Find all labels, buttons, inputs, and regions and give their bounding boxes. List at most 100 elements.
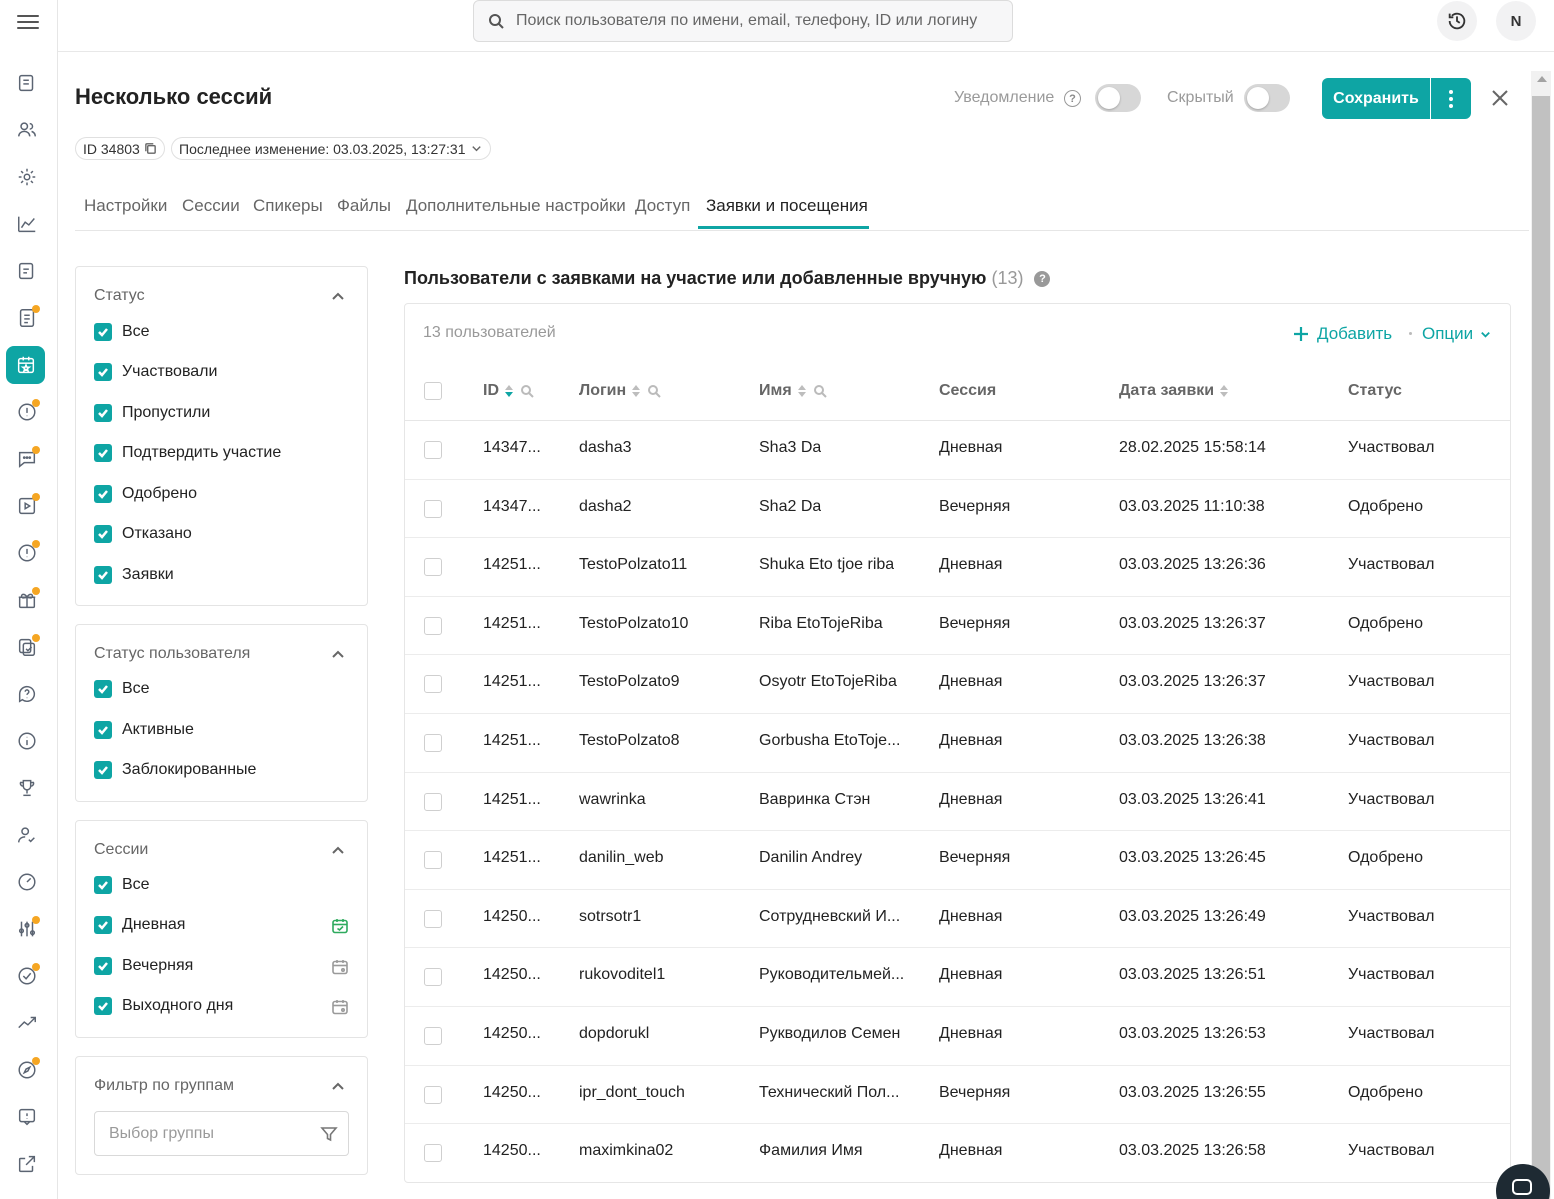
row-checkbox[interactable]	[424, 851, 442, 870]
table-row[interactable]: 14250... sotrsotr1 Сотрудневский И... Дневн…	[405, 890, 1510, 949]
search-box[interactable]	[473, 0, 1013, 42]
copy-icon[interactable]	[144, 142, 157, 155]
sort-icon[interactable]	[797, 385, 806, 397]
search-icon[interactable]	[647, 384, 661, 398]
row-checkbox[interactable]	[424, 909, 442, 928]
table-row[interactable]: 14251... TestoPolzato8 Gorbusha EtoToje...…	[405, 714, 1510, 773]
sliders-icon[interactable]	[14, 916, 40, 942]
compass-icon[interactable]	[14, 1057, 40, 1083]
search-icon[interactable]	[813, 384, 827, 398]
status-option[interactable]: Подтвердить участие	[94, 444, 281, 462]
tab-speakers[interactable]: Спикеры	[253, 196, 323, 216]
tasks-icon[interactable]	[14, 634, 40, 660]
chevron-up-icon[interactable]	[331, 647, 345, 661]
status-option[interactable]: Одобрено	[94, 485, 197, 503]
column-id[interactable]: ID	[483, 382, 534, 400]
table-row[interactable]: 14250... ipr_dont_touch Технический Пол...…	[405, 1066, 1510, 1125]
sort-icon[interactable]	[1220, 385, 1229, 397]
table-row[interactable]: 14251... danilin_web Danilin Andrey Вечерня…	[405, 831, 1510, 890]
tab-requests-attendance[interactable]: Заявки и посещения	[706, 196, 868, 216]
checkbox[interactable]	[94, 957, 112, 975]
row-checkbox[interactable]	[424, 968, 442, 987]
speedometer-icon[interactable]	[14, 869, 40, 895]
document-icon[interactable]	[14, 305, 40, 331]
checkbox[interactable]	[94, 525, 112, 543]
check-circle-icon[interactable]	[14, 963, 40, 989]
checkbox[interactable]	[94, 761, 112, 779]
row-checkbox[interactable]	[424, 675, 442, 694]
more-actions-button[interactable]	[1431, 78, 1471, 119]
table-row[interactable]: 14250... rukovoditel1 Руководительмей... Дн…	[405, 948, 1510, 1007]
scrollbar-thumb[interactable]	[1532, 96, 1550, 1199]
hidden-toggle[interactable]	[1244, 84, 1290, 112]
tab-settings[interactable]: Настройки	[84, 196, 167, 216]
table-row[interactable]: 14250... maximkina02 Фамилия Имя Дневная 03.…	[405, 1124, 1510, 1182]
help-icon[interactable]: ?	[1064, 90, 1081, 107]
checkbox[interactable]	[94, 566, 112, 584]
table-row[interactable]: 14251... wawrinka Вавринка Стэн Дневная 03.0…	[405, 773, 1510, 832]
history-button[interactable]	[1437, 1, 1477, 41]
news-icon[interactable]	[14, 70, 40, 96]
checkbox[interactable]	[94, 404, 112, 422]
sort-icon[interactable]	[505, 385, 513, 397]
help-icon[interactable]: ?	[1034, 271, 1051, 287]
info-icon[interactable]	[14, 728, 40, 754]
status-option[interactable]: Участвовали	[94, 363, 217, 381]
chevron-up-icon[interactable]	[331, 289, 345, 303]
search-input[interactable]	[516, 12, 996, 30]
user-status-option[interactable]: Все	[94, 680, 150, 698]
alert-icon[interactable]	[14, 399, 40, 425]
checkbox[interactable]	[94, 680, 112, 698]
table-row[interactable]: 14251... TestoPolzato9 Osyotr EtoTojeRiba Д…	[405, 655, 1510, 714]
external-link-icon[interactable]	[14, 1151, 40, 1177]
chevron-up-icon[interactable]	[331, 843, 345, 857]
tab-additional-settings[interactable]: Дополнительные настройки	[406, 196, 626, 216]
row-checkbox[interactable]	[424, 1026, 442, 1045]
analytics-icon[interactable]	[14, 211, 40, 237]
notification-toggle[interactable]	[1095, 84, 1141, 112]
chat-icon[interactable]	[14, 446, 40, 472]
user-status-option[interactable]: Заблокированные	[94, 761, 256, 779]
sort-icon[interactable]	[632, 385, 641, 397]
row-checkbox[interactable]	[424, 558, 442, 577]
user-check-icon[interactable]	[14, 822, 40, 848]
table-row[interactable]: 14347... dasha2 Sha2 Da Вечерняя 03.03.2025 …	[405, 480, 1510, 539]
save-button[interactable]: Сохранить	[1322, 78, 1430, 119]
table-row[interactable]: 14250... dopdorukl Рукводилов Семен Дневная…	[405, 1007, 1510, 1066]
tab-files[interactable]: Файлы	[337, 196, 391, 216]
feedback-icon[interactable]	[14, 1104, 40, 1130]
checkbox[interactable]	[94, 444, 112, 462]
select-all-checkbox[interactable]	[424, 382, 442, 400]
chevron-up-icon[interactable]	[331, 1079, 345, 1093]
session-option[interactable]: Дневная	[94, 916, 185, 934]
avatar[interactable]: N	[1496, 1, 1536, 41]
table-row[interactable]: 14347... dasha3 Sha3 Da Дневная 28.02.2025 1…	[405, 421, 1510, 480]
status-option[interactable]: Отказано	[94, 525, 192, 543]
column-request-date[interactable]: Дата заявки	[1119, 382, 1229, 400]
warning-icon[interactable]	[14, 540, 40, 566]
row-checkbox[interactable]	[424, 733, 442, 752]
checkbox[interactable]	[94, 876, 112, 894]
checkbox[interactable]	[94, 363, 112, 381]
row-checkbox[interactable]	[424, 441, 442, 459]
trophy-icon[interactable]	[14, 775, 40, 801]
articles-icon[interactable]	[14, 258, 40, 284]
gear-icon[interactable]	[14, 164, 40, 190]
id-chip[interactable]: ID 34803	[75, 137, 165, 160]
column-name[interactable]: Имя	[759, 382, 827, 400]
trend-icon[interactable]	[14, 1010, 40, 1036]
question-icon[interactable]	[14, 681, 40, 707]
column-login[interactable]: Логин	[579, 382, 661, 400]
tab-sessions[interactable]: Сессии	[182, 196, 240, 216]
user-status-option[interactable]: Активные	[94, 721, 194, 739]
session-option[interactable]: Выходного дня	[94, 997, 233, 1015]
group-select-input[interactable]	[109, 1124, 309, 1143]
group-select[interactable]	[94, 1111, 349, 1156]
table-row[interactable]: 14251... TestoPolzato10 Riba EtoTojeRiba Ве…	[405, 597, 1510, 656]
row-checkbox[interactable]	[424, 792, 442, 811]
menu-icon[interactable]	[17, 11, 39, 31]
checkbox[interactable]	[94, 916, 112, 934]
row-checkbox[interactable]	[424, 499, 442, 518]
video-icon[interactable]	[14, 493, 40, 519]
row-checkbox[interactable]	[424, 1144, 442, 1163]
